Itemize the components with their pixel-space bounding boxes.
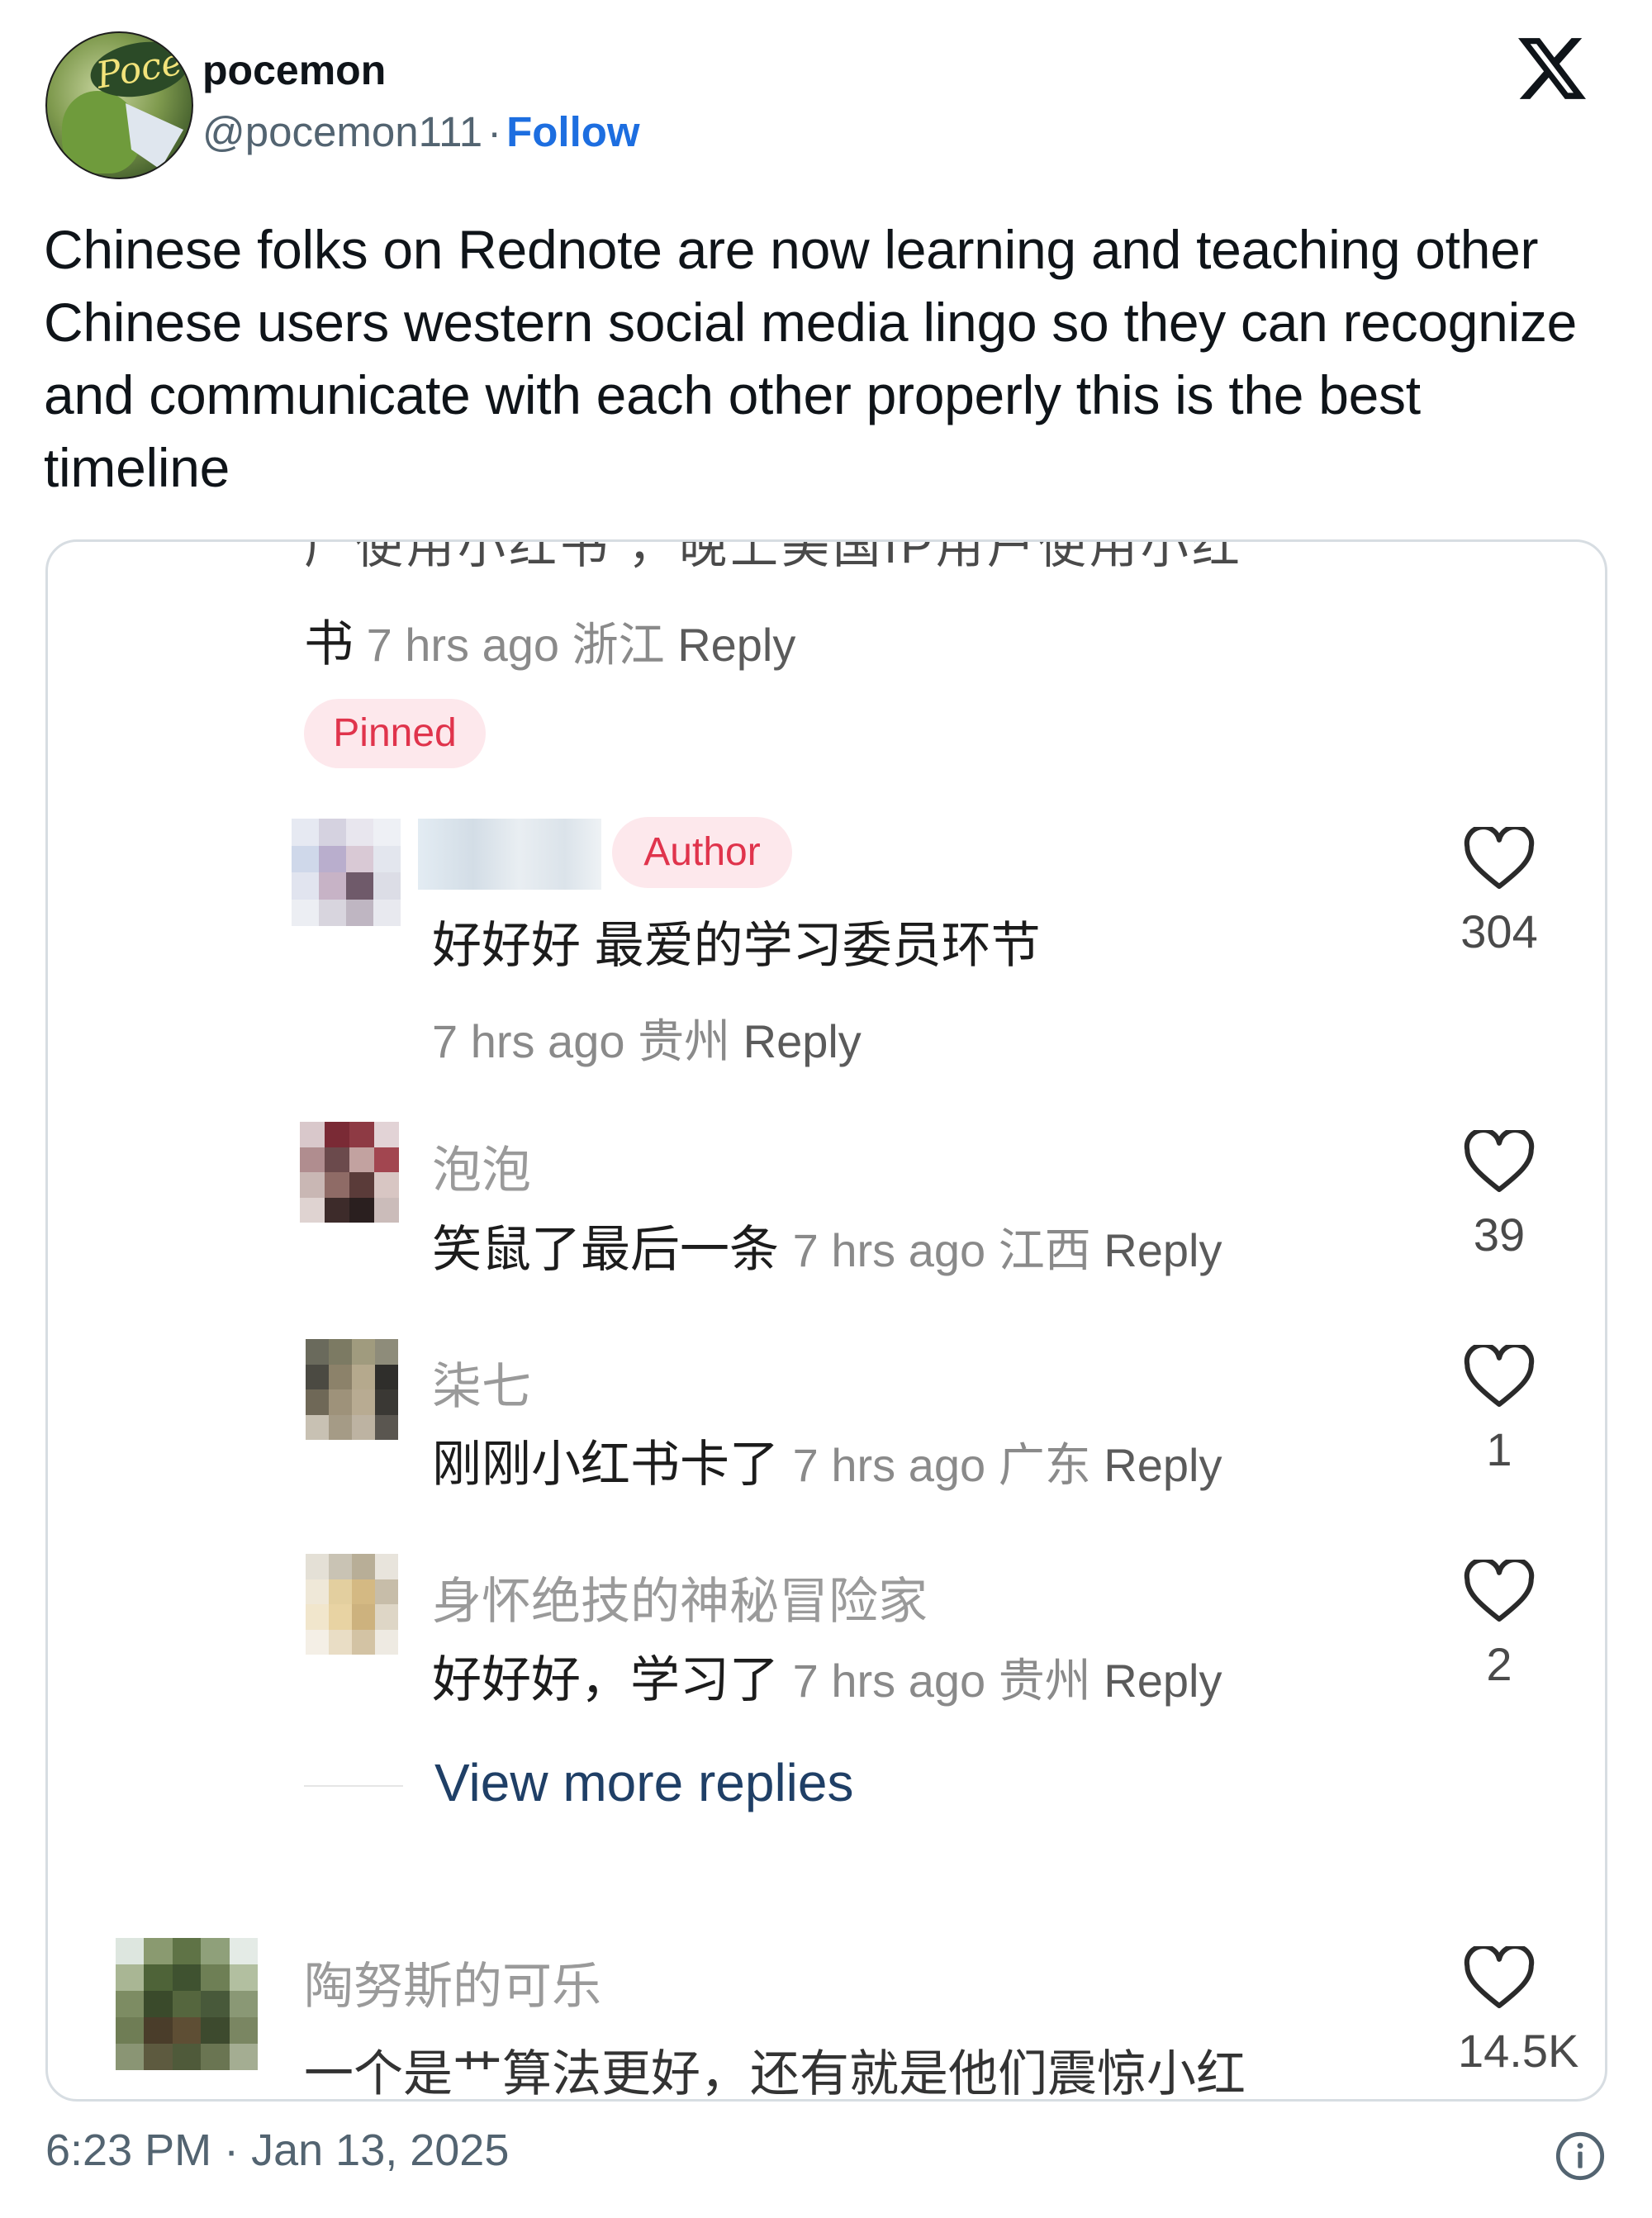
- comment-line: 好好好，学习了 7 hrs ago 贵州 Reply: [432, 1640, 1222, 1712]
- comment-text: 刚刚小红书卡了: [432, 1437, 779, 1492]
- commenter-name[interactable]: 陶努斯的可乐: [304, 1946, 601, 2018]
- view-more-replies-link[interactable]: View more replies: [434, 1752, 853, 1813]
- like-count: 1: [1486, 1423, 1512, 1475]
- like-control[interactable]: 14.5K: [1458, 1946, 1579, 2078]
- comment-time: 7 hrs ago: [792, 1655, 986, 1707]
- commenter-avatar[interactable]: [116, 1938, 258, 2070]
- author-avatar[interactable]: Poce: [45, 31, 193, 179]
- comment-text: 笑鼠了最后一条: [432, 1222, 779, 1277]
- comment-text: 好好好，学习了: [432, 1652, 779, 1707]
- commenter-avatar[interactable]: [292, 819, 401, 926]
- top-comment-meta: 书 7 hrs ago 浙江 Reply: [304, 604, 795, 676]
- top-meta-time: 7 hrs ago: [366, 619, 560, 671]
- like-control[interactable]: 1: [1458, 1345, 1540, 1476]
- avatar-creature: [62, 91, 140, 173]
- comment-meta: 7 hrs ago 广东 Reply: [793, 1439, 1222, 1491]
- comment-location: 贵州: [638, 1015, 731, 1067]
- reply-button[interactable]: Reply: [1104, 1439, 1222, 1491]
- like-count: 2: [1486, 1638, 1512, 1690]
- like-count: 39: [1473, 1209, 1526, 1261]
- reply-button[interactable]: Reply: [1104, 1224, 1222, 1276]
- comment-text: 好好好 最爱的学习委员环节: [432, 918, 1041, 973]
- tweet-timestamp[interactable]: 6:23 PM · Jan 13, 2025: [45, 2125, 509, 2176]
- comment-line: 刚刚小红书卡了 7 hrs ago 广东 Reply: [432, 1424, 1222, 1496]
- commenter-name[interactable]: 泡泡: [432, 1130, 531, 1202]
- comment-meta: 7 hrs ago 江西 Reply: [793, 1224, 1222, 1276]
- comment-time: 7 hrs ago: [792, 1439, 986, 1491]
- top-meta-location: 浙江: [572, 619, 665, 671]
- comment-line: 笑鼠了最后一条 7 hrs ago 江西 Reply: [432, 1209, 1222, 1281]
- commenter-name[interactable]: 身怀绝技的神秘冒险家: [432, 1561, 928, 1633]
- commenter-avatar[interactable]: [300, 1122, 399, 1223]
- comment-meta: 7 hrs ago 贵州 Reply: [432, 1005, 862, 1071]
- comment-meta: 7 hrs ago 贵州 Reply: [793, 1655, 1222, 1707]
- like-control[interactable]: 2: [1458, 1560, 1540, 1691]
- tweet-header: Poce pocemon @pocemon111 · Follow: [45, 31, 1607, 180]
- follow-button[interactable]: Follow: [506, 108, 639, 155]
- view-more-divider: [304, 1785, 403, 1787]
- like-count: 14.5K: [1458, 2025, 1579, 2077]
- attached-screenshot[interactable]: 广使用小红书 ，晚上美国IP用户使用小红 书 7 hrs ago 浙江 Repl…: [45, 539, 1607, 2102]
- info-icon[interactable]: [1554, 2130, 1607, 2182]
- author-name[interactable]: pocemon: [202, 46, 386, 94]
- reply-button[interactable]: Reply: [1104, 1655, 1222, 1707]
- heart-icon[interactable]: [1464, 1130, 1535, 1193]
- reply-button[interactable]: Reply: [743, 1015, 862, 1067]
- x-logo-icon[interactable]: [1518, 35, 1586, 102]
- like-count: 304: [1460, 905, 1538, 957]
- cut-off-comment-text: 一个是艹算法更好，还有就是他们震惊小红: [304, 2046, 1246, 2102]
- heart-icon[interactable]: [1464, 1345, 1535, 1408]
- comment-time: 7 hrs ago: [432, 1015, 625, 1067]
- author-badge: Author: [612, 817, 792, 888]
- cut-off-comment-text: 广使用小红书 ，晚上美国IP用户使用小红: [304, 539, 1243, 573]
- like-control[interactable]: 39: [1458, 1130, 1540, 1261]
- like-control[interactable]: 304: [1458, 827, 1540, 958]
- author-handle[interactable]: @pocemon111: [202, 108, 482, 155]
- heart-icon[interactable]: [1464, 1946, 1535, 2009]
- author-handle-line: @pocemon111 · Follow: [202, 107, 640, 156]
- commenter-avatar[interactable]: [306, 1339, 398, 1440]
- comment-time: 7 hrs ago: [792, 1224, 986, 1276]
- heart-icon[interactable]: [1464, 1560, 1535, 1622]
- blurred-username: [418, 819, 601, 890]
- comment-location: 广东: [998, 1439, 1091, 1491]
- handle-separator: ·: [487, 108, 502, 155]
- comment-location: 贵州: [998, 1655, 1091, 1707]
- pinned-badge: Pinned: [304, 699, 486, 768]
- avatar-badge: Poce: [86, 35, 192, 104]
- heart-icon[interactable]: [1464, 827, 1535, 890]
- top-meta-lead: 书: [304, 616, 354, 672]
- comment-location: 江西: [998, 1224, 1091, 1276]
- top-meta-reply[interactable]: Reply: [677, 619, 795, 671]
- tweet-text: Chinese folks on Rednote are now learnin…: [44, 219, 1578, 498]
- commenter-name[interactable]: 柒七: [432, 1346, 531, 1418]
- commenter-avatar[interactable]: [306, 1554, 398, 1655]
